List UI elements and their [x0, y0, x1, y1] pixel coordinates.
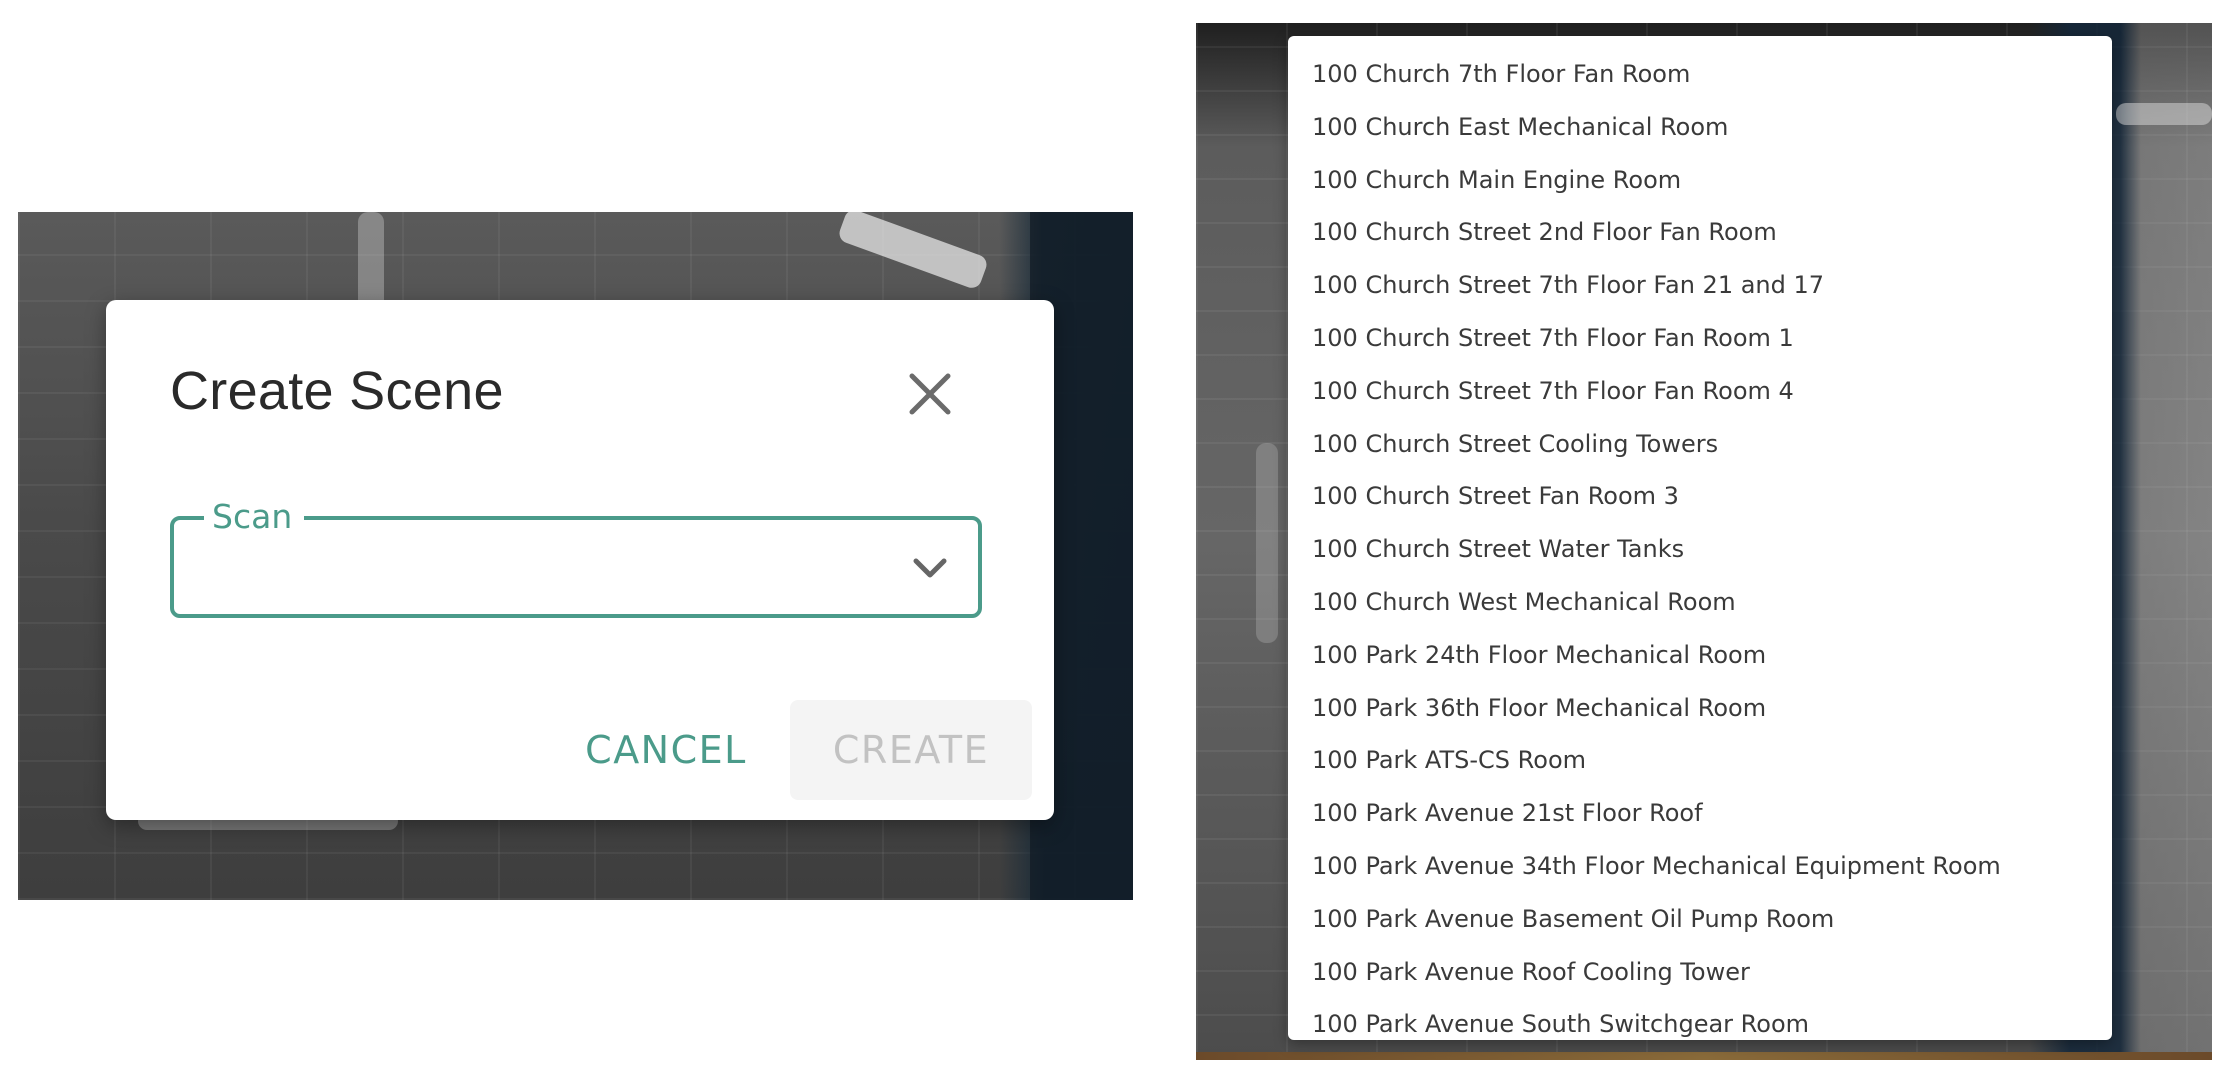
- scan-option[interactable]: 100 Park Avenue South Switchgear Room: [1288, 998, 2112, 1040]
- create-scene-panel: Create Scene Scan CANCEL CREATE: [18, 212, 1133, 900]
- scan-option[interactable]: 100 Church Main Engine Room: [1288, 154, 2112, 207]
- background-pipe: [1256, 443, 1278, 643]
- scan-option[interactable]: 100 Church Street 7th Floor Fan Room 4: [1288, 365, 2112, 418]
- scan-option-list: 100 Church 7th Floor Fan Room 100 Church …: [1288, 36, 2112, 1040]
- create-scene-dialog: Create Scene Scan CANCEL CREATE: [106, 300, 1054, 820]
- scan-option[interactable]: 100 Church 7th Floor Fan Room: [1288, 48, 2112, 101]
- scan-option[interactable]: 100 Park 24th Floor Mechanical Room: [1288, 629, 2112, 682]
- close-button[interactable]: [906, 370, 954, 418]
- scan-option[interactable]: 100 Church East Mechanical Room: [1288, 101, 2112, 154]
- scan-option[interactable]: 100 Church Street Cooling Towers: [1288, 418, 2112, 471]
- scan-option[interactable]: 100 Church West Mechanical Room: [1288, 576, 2112, 629]
- scan-dropdown-menu[interactable]: 100 Church 7th Floor Fan Room 100 Church …: [1288, 36, 2112, 1040]
- dialog-title: Create Scene: [170, 361, 504, 421]
- scan-option[interactable]: 100 Park Avenue 34th Floor Mechanical Eq…: [1288, 840, 2112, 893]
- scan-dropdown-panel: 100 Church 7th Floor Fan Room 100 Church …: [1196, 23, 2212, 1060]
- create-button[interactable]: CREATE: [790, 700, 1032, 800]
- chevron-down-icon: [913, 558, 947, 578]
- background-floor: [1196, 1052, 2212, 1060]
- scan-option[interactable]: 100 Church Street 2nd Floor Fan Room: [1288, 206, 2112, 259]
- scan-option[interactable]: 100 Park 36th Floor Mechanical Room: [1288, 682, 2112, 735]
- scan-select-label: Scan: [204, 494, 305, 540]
- scan-option[interactable]: 100 Church Street 7th Floor Fan 21 and 1…: [1288, 259, 2112, 312]
- scan-option[interactable]: 100 Park Avenue Basement Oil Pump Room: [1288, 893, 2112, 946]
- scan-select[interactable]: Scan: [170, 494, 982, 618]
- cancel-button[interactable]: CANCEL: [576, 720, 756, 780]
- close-icon: [909, 373, 951, 415]
- scan-option[interactable]: 100 Park Avenue Roof Cooling Tower: [1288, 946, 2112, 999]
- scan-option[interactable]: 100 Church Street 7th Floor Fan Room 1: [1288, 312, 2112, 365]
- scan-option[interactable]: 100 Park Avenue 21st Floor Roof: [1288, 787, 2112, 840]
- background-pipe: [2116, 103, 2212, 125]
- scan-option[interactable]: 100 Park ATS-CS Room: [1288, 734, 2112, 787]
- scan-option[interactable]: 100 Church Street Water Tanks: [1288, 523, 2112, 576]
- scan-option[interactable]: 100 Church Street Fan Room 3: [1288, 470, 2112, 523]
